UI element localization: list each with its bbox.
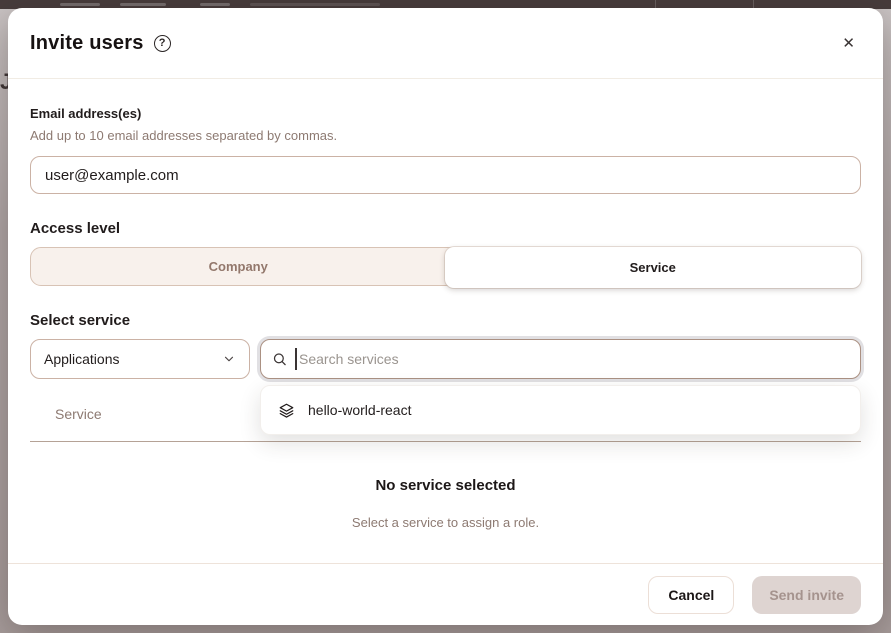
empty-state: No service selected Select a service to … bbox=[30, 442, 861, 530]
access-level-option-company[interactable]: Company bbox=[31, 248, 446, 285]
search-services-input[interactable] bbox=[260, 339, 861, 379]
service-type-select[interactable]: Applications bbox=[30, 339, 250, 379]
help-icon[interactable]: ? bbox=[154, 35, 171, 52]
select-service-label: Select service bbox=[30, 312, 861, 329]
chevron-down-icon bbox=[222, 352, 236, 366]
access-level-label: Access level bbox=[30, 220, 861, 237]
access-level-toggle: Company Service bbox=[30, 247, 861, 286]
cancel-button[interactable]: Cancel bbox=[648, 576, 734, 614]
access-level-option-service[interactable]: Service bbox=[445, 247, 862, 288]
email-label: Email address(es) bbox=[30, 106, 861, 121]
search-icon bbox=[272, 352, 287, 367]
invite-users-modal: Invite users ? ✕ Email address(es) Add u… bbox=[8, 8, 883, 625]
services-dropdown: hello-world-react bbox=[260, 385, 861, 435]
text-cursor bbox=[295, 348, 297, 370]
empty-state-title: No service selected bbox=[30, 477, 861, 494]
email-field[interactable] bbox=[30, 156, 861, 194]
service-option-label: hello-world-react bbox=[308, 402, 411, 418]
email-helper: Add up to 10 email addresses separated b… bbox=[30, 128, 861, 143]
empty-state-subtitle: Select a service to assign a role. bbox=[30, 515, 861, 530]
modal-body: Email address(es) Add up to 10 email add… bbox=[8, 79, 883, 563]
obscured-nav-text bbox=[60, 3, 100, 6]
send-invite-button[interactable]: Send invite bbox=[752, 576, 861, 614]
select-service-row: Applications bbox=[30, 339, 861, 379]
search-services-wrapper: hello-world-react bbox=[260, 339, 861, 379]
obscured-nav-text bbox=[200, 3, 230, 6]
modal-header: Invite users ? ✕ bbox=[8, 8, 883, 79]
modal-footer: Cancel Send invite bbox=[8, 563, 883, 625]
obscured-nav-text bbox=[250, 3, 380, 6]
obscured-logo-fragment: J bbox=[0, 69, 8, 95]
layers-icon bbox=[279, 403, 294, 418]
modal-title: Invite users bbox=[30, 32, 144, 55]
close-icon[interactable]: ✕ bbox=[838, 32, 859, 55]
service-type-value: Applications bbox=[44, 351, 120, 367]
service-option-hello-world-react[interactable]: hello-world-react bbox=[267, 392, 854, 428]
obscured-nav-text bbox=[120, 3, 166, 6]
